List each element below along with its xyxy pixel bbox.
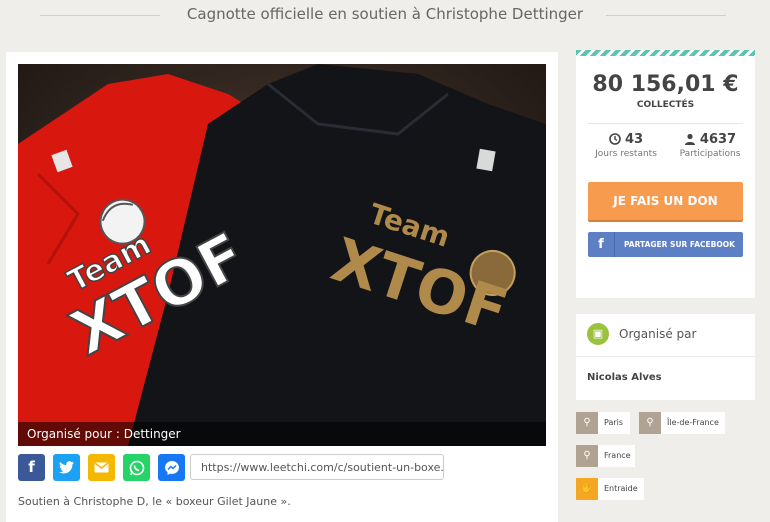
share-messenger-button[interactable] [158,454,185,481]
organizer-badge-icon: ▣ [587,323,609,345]
decorative-stripe [576,50,755,56]
share-email-button[interactable] [88,454,115,481]
page-header: Cagnotte officielle en soutien à Christo… [0,0,770,32]
person-icon [684,133,695,145]
participants-label: Participations [679,149,741,159]
whatsapp-icon [129,460,144,476]
share-bar: f https://www.leetchi.com/c/soutient-un-… [18,454,448,482]
tshirts-illustration: Team XTOF Team XTOF [18,64,546,446]
share-whatsapp-button[interactable] [123,454,150,481]
location-pin-icon: ⚲ [639,412,661,434]
organizer-card: ▣ Organisé par Nicolas Alves [576,314,755,400]
location-pin-icon: ⚲ [576,445,598,467]
campaign-url-field[interactable]: https://www.leetchi.com/c/soutient-un-bo… [190,454,444,480]
facebook-icon: f [588,232,615,257]
amount-collected: 80 156,01 € [592,72,739,97]
clock-icon [609,133,621,145]
organized-for-caption: Organisé pour : Dettinger [18,422,546,446]
header-divider-right [606,15,726,16]
twitter-icon [59,461,74,474]
messenger-icon [164,461,179,475]
donate-button[interactable]: JE FAIS UN DON [588,182,743,220]
share-facebook-button[interactable]: f [18,454,45,481]
email-icon [94,462,109,473]
facebook-icon: f [28,458,35,476]
collected-label: COLLECTÉS [636,100,695,110]
participants-value: 4637 [699,132,737,147]
share-twitter-button[interactable] [53,454,80,481]
tag-city[interactable]: ⚲ Paris [576,412,630,434]
campaign-description: Soutien à Christophe D, le « boxeur Gile… [18,495,291,508]
stats-divider [588,123,743,124]
share-on-facebook-button[interactable]: f PARTAGER SUR FACEBOOK [588,232,743,257]
location-pin-icon: ⚲ [576,412,598,434]
days-left-label: Jours restants [595,149,657,159]
share-on-facebook-label: PARTAGER SUR FACEBOOK [624,240,735,249]
organizer-name[interactable]: Nicolas Alves [587,372,662,383]
page-title: Cagnotte officielle en soutien à Christo… [186,5,584,23]
organizer-divider [576,356,755,357]
days-left-value: 43 [624,132,644,147]
participants-stat: 4637 Participations [670,132,750,159]
helping-hands-icon: ✋ [576,478,598,500]
campaign-photo[interactable]: Team XTOF Team XTOF Organisé pour : Dett… [18,64,546,446]
tag-region[interactable]: ⚲ Île-de-France [639,412,725,434]
funding-stats-card: 80 156,01 € COLLECTÉS 43 Jours restants … [576,50,755,298]
tag-country[interactable]: ⚲ France [576,445,635,467]
tag-category[interactable]: ✋ Entraide [576,478,644,500]
organizer-heading: Organisé par [619,327,697,341]
days-left-stat: 43 Jours restants [586,132,666,159]
